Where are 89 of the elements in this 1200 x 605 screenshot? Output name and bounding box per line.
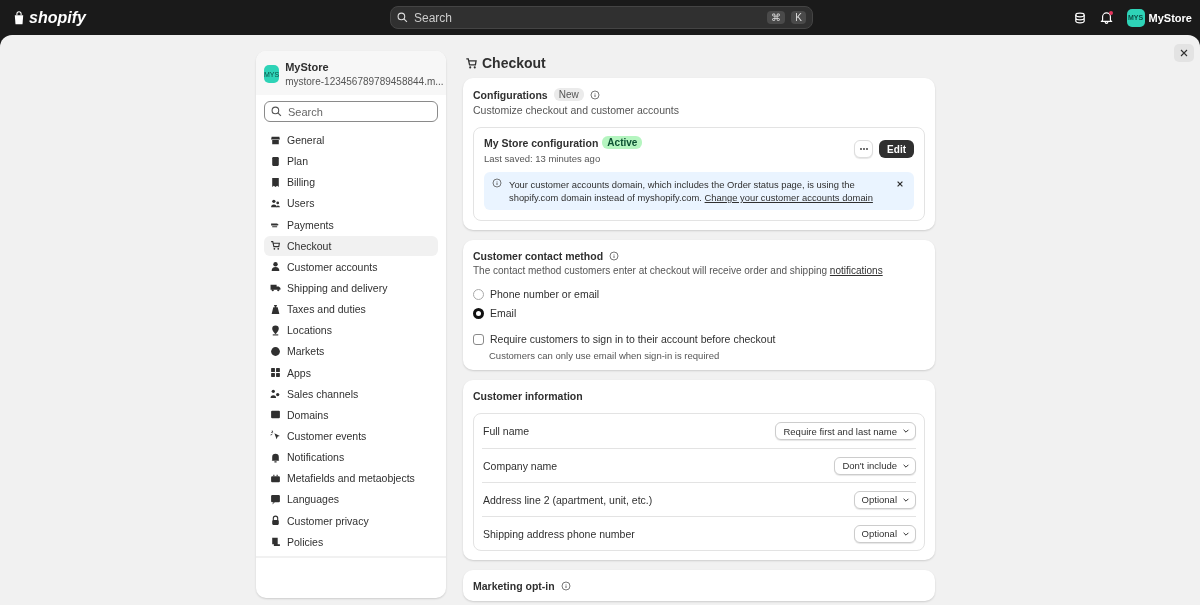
sidebar-item[interactable]: Taxes and duties	[264, 299, 438, 320]
sidebar-item[interactable]: Shipping and delivery	[264, 278, 438, 298]
section-title: Configurations	[473, 88, 548, 101]
translate-icon	[270, 493, 281, 505]
shopping-bag-icon	[12, 9, 26, 26]
people-icon	[270, 197, 281, 209]
domain-link[interactable]: Change your customer accounts domain	[704, 192, 873, 203]
section-title: Customer information	[473, 390, 584, 402]
store-name: MyStore	[285, 61, 330, 73]
more-button[interactable]	[854, 140, 874, 158]
bell-icon[interactable]	[1099, 11, 1113, 24]
section-title: Marketing opt-in	[473, 580, 555, 592]
section-description: The contact method customers enter at checkout will receive order and shipping notifications	[473, 265, 884, 276]
sidebar-item[interactable]: Languages	[264, 489, 438, 510]
field-label: Full name	[482, 425, 530, 437]
checkbox-label[interactable]: Require customers to sign in to their account before checkout	[490, 333, 776, 345]
sidebar-item[interactable]: Customer accounts	[264, 256, 438, 277]
sidebar-item[interactable]: General	[264, 130, 438, 150]
cart-icon	[270, 240, 281, 252]
sidebar-item[interactable]: Payments	[264, 214, 438, 235]
sidebar-item[interactable]: Users	[264, 193, 438, 214]
radio-label[interactable]: Email	[490, 307, 517, 319]
select-dropdown[interactable]: Require first and last name	[775, 422, 916, 440]
select-dropdown[interactable]: Optional	[853, 490, 916, 509]
cursor-icon	[270, 430, 281, 442]
radio-button[interactable]	[473, 307, 484, 319]
close-button[interactable]	[1174, 44, 1194, 62]
sidebar-item[interactable]: Domains	[264, 404, 438, 425]
select-dropdown[interactable]: Don't include	[834, 456, 916, 475]
shortcut-key: K	[791, 11, 806, 24]
section-description: Customize checkout and customer accounts	[473, 104, 681, 116]
field-label: Shipping address phone number	[482, 527, 635, 540]
field-label: Address line 2 (apartment, unit, etc.)	[482, 493, 653, 506]
sidebar-item[interactable]: Apps	[264, 362, 438, 383]
bag-icon	[270, 303, 281, 315]
select-dropdown[interactable]: Optional	[853, 524, 916, 543]
sidebar-item[interactable]: Sales channels	[264, 383, 438, 404]
search-field[interactable]: Search ⌘ K	[390, 6, 813, 29]
info-icon	[560, 581, 571, 591]
sidebar-item[interactable]: Notifications	[264, 447, 438, 468]
database-icon[interactable]	[1073, 11, 1086, 24]
search-placeholder: Search	[414, 10, 454, 25]
store-icon	[270, 134, 281, 146]
status-badge: Active	[602, 136, 643, 149]
checkbox[interactable]	[473, 333, 484, 345]
radio-label[interactable]: Phone number or email	[490, 288, 600, 300]
chevron-down-icon	[902, 427, 910, 435]
store-domain: mystore-123456789789458844.m...	[285, 76, 444, 87]
search-icon	[271, 106, 282, 117]
new-badge: New	[553, 88, 584, 101]
sidebar-item[interactable]: Metafields and metaobjects	[264, 468, 438, 489]
pin-icon	[270, 324, 281, 336]
search-field[interactable]: Search	[264, 101, 438, 122]
info-icon	[589, 89, 600, 100]
edit-button[interactable]: Edit	[879, 140, 914, 158]
sidebar-item[interactable]: Plan	[264, 151, 438, 172]
page-title: Checkout	[482, 55, 546, 71]
truck-icon	[270, 282, 281, 294]
person-icon	[270, 261, 281, 273]
configuration-name: My Store configuration	[484, 136, 599, 149]
receipt-icon	[270, 176, 281, 188]
lock-icon	[270, 515, 281, 527]
bell-icon	[270, 451, 281, 463]
last-saved-text: Last saved: 13 minutes ago	[484, 153, 602, 164]
close-icon	[1179, 48, 1189, 58]
sidebar-item[interactable]: Locations	[264, 320, 438, 341]
info-icon	[609, 251, 620, 261]
briefcase-icon	[270, 472, 281, 484]
info-icon	[492, 178, 502, 188]
field-label: Company name	[482, 459, 558, 472]
logo-text: shopify	[29, 8, 86, 27]
help-text: Customers can only use email when sign-in is required	[489, 350, 721, 361]
sidebar-item[interactable]: Customer events	[264, 425, 438, 446]
sidebar-item[interactable]: Checkout	[264, 235, 438, 256]
people-icon	[270, 388, 281, 400]
notifications-link[interactable]: notifications	[829, 265, 883, 276]
sidebar-item[interactable]: Markets	[264, 341, 438, 362]
grid-icon	[270, 367, 281, 379]
section-title: Customer contact method	[473, 250, 604, 262]
close-icon	[896, 180, 904, 188]
banner-text: Your customer accounts domain, which includes the Order status page, is using the shopify.com domain instead of myshopify.com. Change your customer accounts domain	[509, 178, 874, 204]
sidebar-item[interactable]: Billing	[264, 172, 438, 193]
sidebar-item[interactable]: Policies	[264, 531, 438, 552]
sidebar-item[interactable]: Customer privacy	[264, 510, 438, 531]
store-name[interactable]: MyStore	[1148, 11, 1192, 24]
cart-icon	[465, 56, 478, 70]
search-placeholder: Search	[288, 105, 323, 118]
shortcut-key: ⌘	[767, 11, 786, 24]
search-icon	[397, 12, 408, 23]
